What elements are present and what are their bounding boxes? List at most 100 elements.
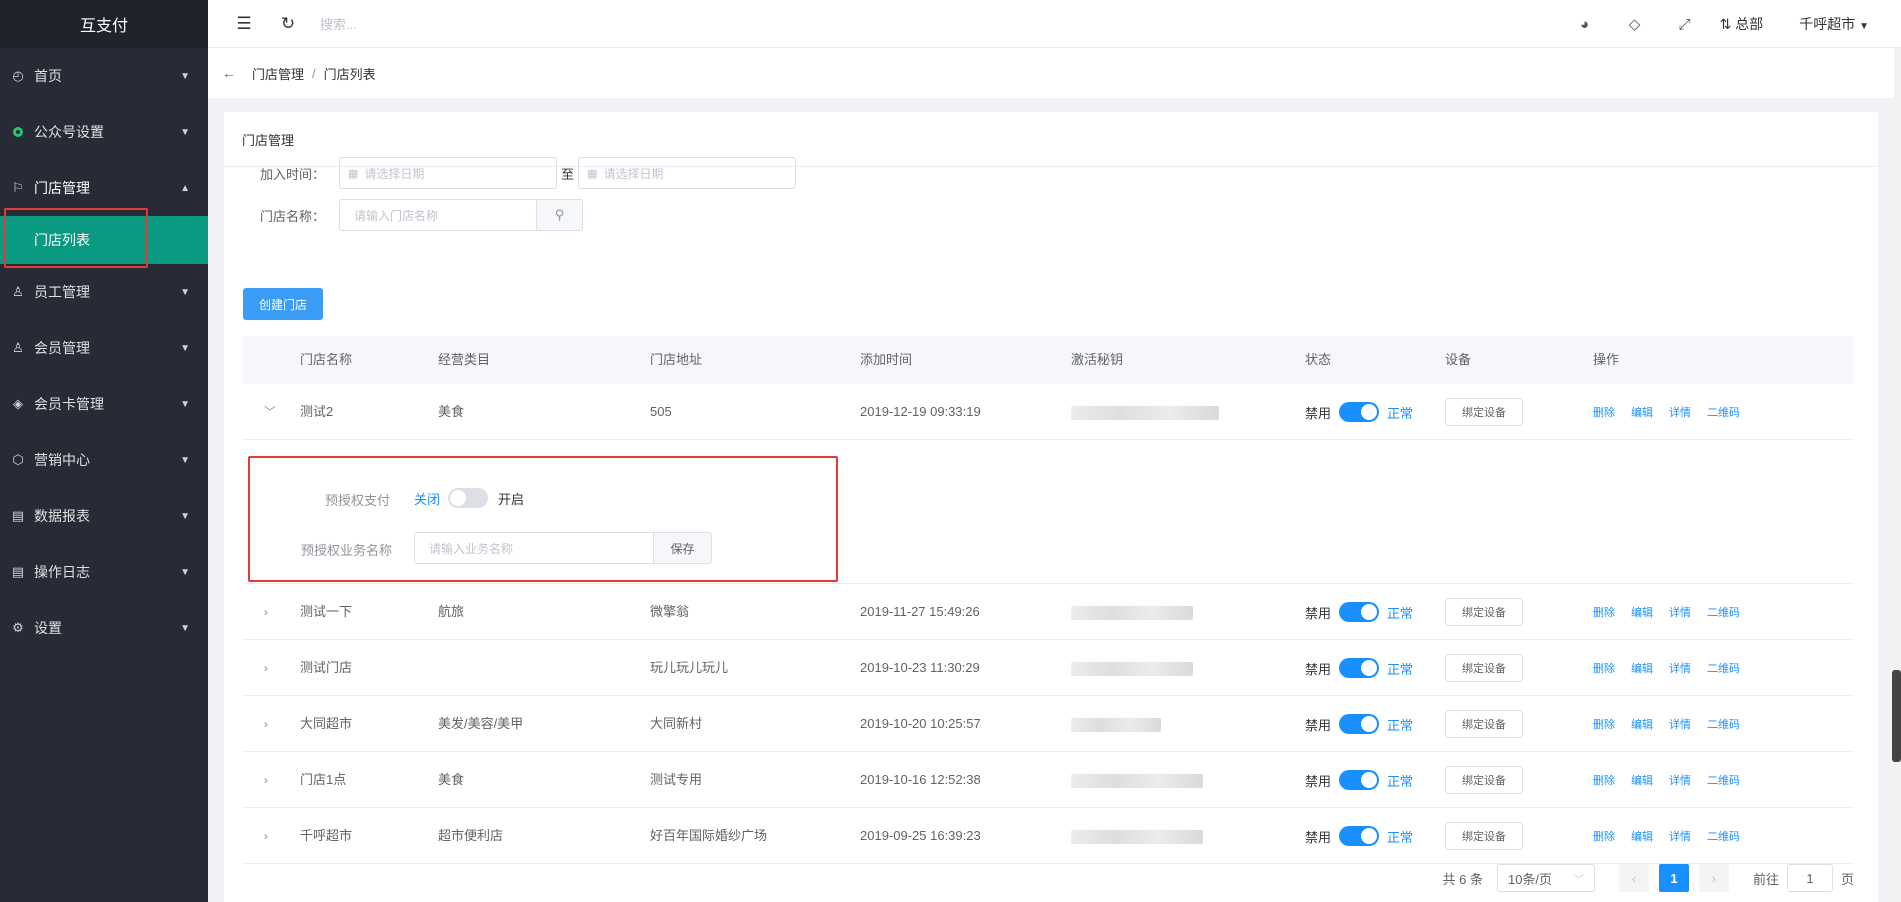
bind-device-button[interactable]: 绑定设备 [1445, 398, 1523, 426]
sidebar: 互支付 ◴ 首页 ▼ 公众号设置 ▼ ⚐ 门店管理 ▲ 门店列表 ♙ 员工管理 … [0, 0, 208, 902]
sidebar-item-marketing[interactable]: ⬡ 营销中心 ▼ [0, 432, 208, 488]
preauth-switch[interactable] [448, 488, 489, 508]
delete-link[interactable]: 删除 [1593, 772, 1615, 788]
tag-icon[interactable]: ◇ [1610, 15, 1660, 33]
bind-device-button[interactable]: 绑定设备 [1445, 822, 1523, 850]
caret-down-icon: ▼ [180, 454, 190, 466]
delete-link[interactable]: 删除 [1593, 828, 1615, 844]
user-menu[interactable]: 千呼超市 ▼ [1799, 14, 1869, 34]
refresh-icon[interactable]: ↻ [266, 0, 310, 48]
detail-link[interactable]: 详情 [1669, 828, 1691, 844]
store-name-input[interactable]: 请输入门店名称 [339, 199, 538, 231]
delete-link[interactable]: 删除 [1593, 404, 1615, 420]
next-page-button[interactable]: › [1698, 864, 1729, 892]
blurred-activation-key [1071, 774, 1203, 788]
branch-switch[interactable]: ⇅ 总部 [1720, 14, 1764, 34]
sidebar-item-members[interactable]: ♙ 会员管理 ▼ [0, 320, 208, 376]
status-toggle-group: 禁用 正常 [1305, 808, 1413, 864]
sidebar-item-home[interactable]: ◴ 首页 ▼ [0, 48, 208, 104]
start-date-input[interactable]: ▦ 请选择日期 [339, 157, 558, 189]
bind-device-button[interactable]: 绑定设备 [1445, 766, 1523, 794]
biz-name-label: 预授权业务名称 [300, 543, 392, 558]
table-row: ﹀ 测试2 美食 505 2019-12-19 09:33:19 禁用 正常 绑… [242, 384, 1854, 440]
prev-page-button[interactable]: ‹ [1618, 864, 1649, 892]
palette-icon[interactable]: ◕ [1560, 16, 1610, 33]
biz-name-input[interactable]: 请输入业务名称 [414, 532, 654, 564]
collapse-icon[interactable]: ﹀ [264, 384, 276, 440]
detail-link[interactable]: 详情 [1669, 772, 1691, 788]
edit-link[interactable]: 编辑 [1631, 404, 1653, 420]
bind-device-button[interactable]: 绑定设备 [1445, 598, 1523, 626]
delete-link[interactable]: 删除 [1593, 660, 1615, 676]
cell-added-time: 2019-09-25 16:39:23 [860, 828, 981, 843]
sidebar-item-reports[interactable]: ▤ 数据报表 ▼ [0, 488, 208, 544]
sidebar-item-member-cards[interactable]: ◈ 会员卡管理 ▼ [0, 376, 208, 432]
expand-icon[interactable]: › [264, 808, 268, 864]
detail-link[interactable]: 详情 [1669, 660, 1691, 676]
bind-device-button[interactable]: 绑定设备 [1445, 710, 1523, 738]
sidebar-item-logs[interactable]: ▤ 操作日志 ▼ [0, 544, 208, 600]
caret-down-icon: ▼ [180, 398, 190, 410]
qrcode-link[interactable]: 二维码 [1707, 604, 1740, 620]
brand-title: 互支付 [0, 0, 208, 48]
sidebar-item-settings[interactable]: ⚙ 设置 ▼ [0, 600, 208, 656]
save-button[interactable]: 保存 [654, 532, 712, 564]
status-off-label: 禁用 [1305, 605, 1332, 621]
status-switch[interactable] [1339, 770, 1380, 790]
delete-link[interactable]: 删除 [1593, 716, 1615, 732]
blurred-activation-key [1071, 830, 1203, 844]
edit-link[interactable]: 编辑 [1631, 828, 1653, 844]
cell-store-name: 千呼超市 [300, 828, 353, 843]
sidebar-item-staff[interactable]: ♙ 员工管理 ▼ [0, 264, 208, 320]
diamond-icon: ◈ [13, 396, 23, 411]
qrcode-link[interactable]: 二维码 [1707, 716, 1740, 732]
status-off-label: 禁用 [1305, 405, 1332, 421]
page-scrollbar[interactable] [1894, 48, 1901, 902]
search-button[interactable]: ⚲ [537, 199, 584, 231]
detail-link[interactable]: 详情 [1669, 716, 1691, 732]
qrcode-link[interactable]: 二维码 [1707, 404, 1740, 420]
table-row: › 测试一下 航旅 微擎翁 2019-11-27 15:49:26 禁用 正常 … [242, 584, 1854, 640]
delete-link[interactable]: 删除 [1593, 604, 1615, 620]
detail-link[interactable]: 详情 [1669, 404, 1691, 420]
status-switch[interactable] [1339, 602, 1380, 622]
expand-icon[interactable]: › [264, 640, 268, 696]
expand-icon[interactable]: › [264, 696, 268, 752]
dashboard-icon: ◴ [12, 68, 24, 83]
back-arrow-icon[interactable]: ← [222, 65, 236, 81]
expand-icon[interactable]: › [264, 752, 268, 808]
status-switch[interactable] [1339, 714, 1380, 734]
end-date-input[interactable]: ▦ 请选择日期 [578, 157, 797, 189]
date-placeholder: 请选择日期 [364, 166, 425, 181]
qrcode-link[interactable]: 二维码 [1707, 828, 1740, 844]
goto-page-input[interactable]: 1 [1786, 864, 1833, 892]
status-switch[interactable] [1339, 826, 1380, 846]
cell-added-time: 2019-10-20 10:25:57 [860, 716, 981, 731]
edit-link[interactable]: 编辑 [1631, 660, 1653, 676]
gear-icon: ⚙ [12, 620, 24, 635]
create-store-button[interactable]: 创建门店 [243, 288, 323, 320]
fullscreen-icon[interactable]: ⤢ [1660, 16, 1710, 33]
menu-fold-icon[interactable]: ☰ [222, 0, 266, 48]
search-input[interactable]: 搜索... [320, 14, 357, 33]
cell-store-name: 门店1点 [300, 772, 347, 787]
qrcode-link[interactable]: 二维码 [1707, 660, 1740, 676]
bind-device-button[interactable]: 绑定设备 [1445, 654, 1523, 682]
expanded-row-panel: 预授权支付 关闭 开启 预授权业务名称 请输入业务名称 保存 [242, 438, 1854, 584]
breadcrumb-parent[interactable]: 门店管理 [252, 64, 304, 83]
edit-link[interactable]: 编辑 [1631, 716, 1653, 732]
detail-link[interactable]: 详情 [1669, 604, 1691, 620]
chevron-down-icon: ﹀ [1573, 874, 1584, 886]
edit-link[interactable]: 编辑 [1631, 772, 1653, 788]
status-switch[interactable] [1339, 658, 1380, 678]
page-size-select[interactable]: 10条/页 ﹀ [1496, 864, 1595, 892]
cell-address: 玩儿玩儿玩儿 [650, 660, 729, 675]
sidebar-item-wechat-settings[interactable]: 公众号设置 ▼ [0, 104, 208, 160]
status-switch[interactable] [1339, 402, 1380, 422]
expand-icon[interactable]: › [264, 584, 268, 640]
scrollbar-thumb[interactable] [1892, 670, 1901, 762]
qrcode-link[interactable]: 二维码 [1707, 772, 1740, 788]
edit-link[interactable]: 编辑 [1631, 604, 1653, 620]
row-actions: 删除 编辑 详情 二维码 [1593, 640, 1740, 696]
page-number-current[interactable]: 1 [1658, 864, 1689, 892]
